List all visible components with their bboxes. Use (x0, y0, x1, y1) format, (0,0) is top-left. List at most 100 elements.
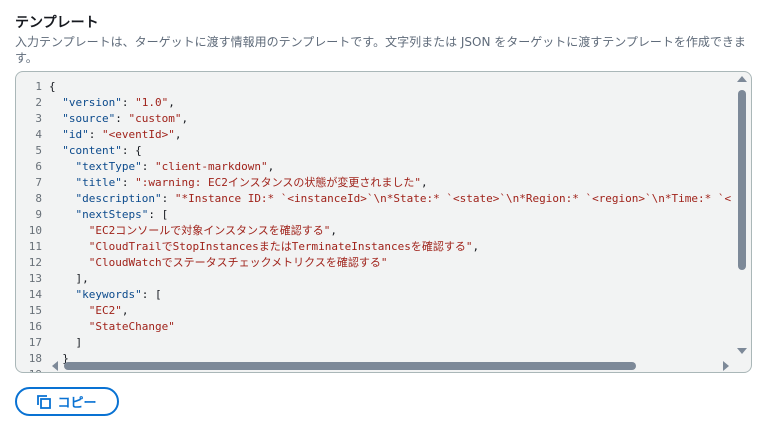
template-description: 入力テンプレートは、ターゲットに渡す情報用のテンプレートです。文字列または JS… (15, 35, 746, 65)
json-key: "nextSteps" (75, 208, 149, 221)
line-number: 15 (28, 304, 42, 317)
code-line[interactable]: "description": "*Instance ID:* `<instanc… (49, 191, 732, 207)
json-punctuation: , (330, 224, 338, 237)
json-punctuation: , (181, 112, 189, 125)
json-punctuation: : (88, 128, 102, 141)
line-number: 7 (35, 176, 42, 189)
code-line[interactable]: "StateChange" (49, 319, 175, 335)
line-number: 8 (35, 192, 42, 205)
json-key: "description" (75, 192, 162, 205)
code-line[interactable]: { (49, 79, 56, 95)
json-punctuation (49, 192, 76, 205)
json-key: "keywords" (75, 288, 142, 301)
json-punctuation (49, 208, 76, 221)
line-number: 11 (28, 240, 42, 253)
line-number: 12 (28, 256, 42, 269)
json-punctuation (49, 128, 62, 141)
json-punctuation: : [ (141, 288, 162, 301)
json-punctuation (49, 256, 89, 269)
scroll-right-arrow-icon[interactable] (723, 361, 729, 371)
json-punctuation (49, 144, 62, 157)
json-punctuation (49, 240, 89, 253)
json-punctuation: , (421, 176, 428, 189)
json-punctuation: ], (49, 272, 89, 285)
json-key: "source" (62, 112, 116, 125)
json-string: "CloudWatchでステータスチェックメトリクスを確認する" (88, 256, 388, 269)
json-string: "custom" (128, 112, 182, 125)
json-punctuation: , (267, 160, 275, 173)
vertical-scrollbar-thumb[interactable] (738, 90, 746, 270)
json-punctuation: , (121, 304, 129, 317)
code-line[interactable]: "content": { (49, 143, 142, 159)
code-line[interactable]: ] (49, 335, 82, 351)
code-line[interactable]: "EC2コンソールで対象インスタンスを確認する", (49, 223, 337, 239)
json-key: "content" (62, 144, 122, 157)
vertical-scrollbar[interactable] (733, 72, 751, 372)
json-string: "1.0" (135, 96, 169, 109)
json-string: "EC2" (88, 304, 122, 317)
code-line[interactable]: "version": "1.0", (49, 95, 175, 111)
json-string: ":warning: EC2インスタンスの状態が変更されました" (135, 176, 422, 189)
json-punctuation: : [ (148, 208, 169, 221)
code-line[interactable]: "CloudTrailでStopInstancesまたはTerminateIns… (49, 239, 479, 255)
line-number: 5 (35, 144, 42, 157)
code-line[interactable]: "textType": "client-markdown", (49, 159, 275, 175)
code-content[interactable]: { "version": "1.0", "source": "custom", … (49, 72, 731, 372)
line-number: 13 (28, 272, 42, 285)
copy-icon (37, 394, 52, 409)
line-number: 14 (28, 288, 42, 301)
json-punctuation: : (121, 96, 136, 109)
line-number: 16 (28, 320, 42, 333)
json-punctuation: : (121, 176, 136, 189)
json-punctuation: { (49, 80, 56, 93)
json-punctuation (49, 288, 76, 301)
json-punctuation (49, 320, 89, 333)
line-number: 17 (28, 336, 42, 349)
json-key: "textType" (75, 160, 142, 173)
line-number: 6 (35, 160, 42, 173)
json-punctuation (49, 176, 76, 189)
horizontal-scrollbar-thumb[interactable] (64, 362, 636, 370)
code-line[interactable]: "source": "custom", (49, 111, 188, 127)
line-number: 9 (35, 208, 42, 221)
copy-button-label: コピー (57, 396, 97, 411)
json-punctuation: : (141, 160, 155, 173)
template-code-editor[interactable]: 12345678910111213141516171819 { "version… (15, 71, 752, 373)
code-line[interactable]: ], (49, 271, 89, 287)
json-string: "*Instance ID:* `<instanceId>`\n*State:*… (174, 192, 731, 205)
json-key: "title" (75, 176, 122, 189)
json-punctuation: : { (121, 144, 142, 157)
template-section-title: テンプレート (15, 15, 99, 31)
json-punctuation: , (472, 240, 480, 253)
code-line[interactable]: "EC2", (49, 303, 129, 319)
line-number: 4 (35, 128, 42, 141)
json-key: "id" (62, 128, 89, 141)
json-punctuation (49, 96, 62, 109)
line-number: 3 (35, 112, 42, 125)
json-string: "StateChange" (88, 320, 175, 333)
code-line[interactable]: "CloudWatchでステータスチェックメトリクスを確認する" (49, 255, 388, 271)
json-punctuation (49, 112, 62, 125)
line-number: 10 (28, 224, 42, 237)
json-string: "<eventId>" (102, 128, 175, 141)
code-line[interactable]: "keywords": [ (49, 287, 162, 303)
line-number-gutter: 12345678910111213141516171819 (16, 72, 47, 372)
horizontal-scrollbar[interactable] (16, 358, 751, 372)
json-punctuation: : (115, 112, 129, 125)
line-number: 2 (35, 96, 42, 109)
json-string: "CloudTrailでStopInstancesまたはTerminateIns… (88, 240, 473, 253)
code-line[interactable]: "id": "<eventId>", (49, 127, 181, 143)
json-string: "client-markdown" (154, 160, 268, 173)
json-punctuation: : (161, 192, 175, 205)
json-punctuation (49, 160, 76, 173)
json-punctuation: , (174, 128, 182, 141)
scroll-up-arrow-icon[interactable] (737, 76, 747, 82)
json-punctuation: , (168, 96, 175, 109)
line-number: 1 (35, 80, 42, 93)
scroll-down-arrow-icon[interactable] (737, 348, 747, 354)
code-line[interactable]: "nextSteps": [ (49, 207, 169, 223)
code-line[interactable]: "title": ":warning: EC2インスタンスの状態が変更されました… (49, 175, 428, 191)
scroll-left-arrow-icon[interactable] (52, 361, 58, 371)
json-key: "version" (62, 96, 122, 109)
copy-button[interactable]: コピー (15, 387, 119, 416)
